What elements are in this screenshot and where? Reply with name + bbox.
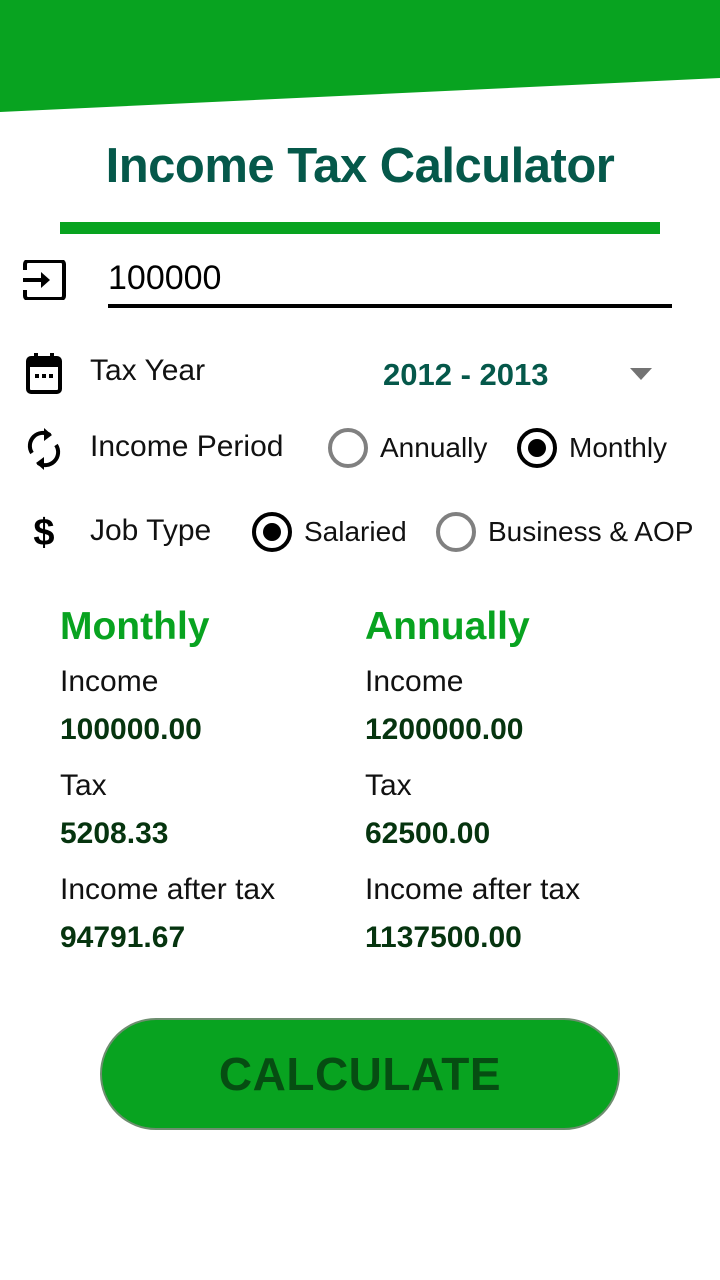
monthly-results: Monthly Income 100000.00 Tax 5208.33 Inc…: [60, 600, 360, 962]
annual-after-tax-value: 1137500.00: [365, 921, 522, 954]
annual-after-tax-label: Income after tax: [365, 873, 581, 906]
radio-label: Annually: [380, 432, 488, 463]
monthly-income-value: 100000.00: [60, 713, 202, 746]
job-type-salaried-radio[interactable]: Salaried: [252, 512, 407, 552]
radio-unchecked-icon: [328, 428, 368, 468]
annual-results: Annually Income 1200000.00 Tax 62500.00 …: [365, 600, 665, 962]
monthly-after-tax-label: Income after tax: [60, 873, 276, 906]
calculate-button[interactable]: CALCULATE: [100, 1018, 620, 1130]
radio-checked-icon: [517, 428, 557, 468]
sync-icon: [20, 425, 68, 473]
tax-year-dropdown[interactable]: 2012 - 2013: [380, 348, 670, 402]
input-icon: [20, 256, 68, 304]
annual-tax-value: 62500.00: [365, 817, 491, 850]
radio-label: Monthly: [569, 432, 668, 463]
tax-year-value: 2012 - 2013: [383, 357, 549, 392]
radio-unchecked-icon: [436, 512, 476, 552]
income-amount-input[interactable]: [108, 252, 672, 308]
tax-year-label: Tax Year: [90, 354, 206, 387]
job-type-business-radio[interactable]: Business & AOP: [436, 512, 693, 552]
dollar-icon: $: [33, 511, 55, 554]
radio-checked-icon: [252, 512, 292, 552]
monthly-tax-value: 5208.33: [60, 817, 169, 850]
income-period-annually-radio[interactable]: Annually: [328, 428, 487, 468]
monthly-heading: Monthly: [60, 605, 210, 648]
annual-tax-label: Tax: [365, 769, 412, 802]
annual-income-value: 1200000.00: [365, 713, 524, 746]
radio-label: Business & AOP: [488, 516, 694, 547]
income-period-label: Income Period: [90, 430, 284, 463]
annual-income-label: Income: [365, 665, 464, 698]
dropdown-arrow-icon: [630, 368, 652, 380]
title-divider: [60, 222, 660, 234]
monthly-tax-label: Tax: [60, 769, 107, 802]
monthly-after-tax-value: 94791.67: [60, 921, 186, 954]
page-title: Income Tax Calculator: [105, 139, 615, 193]
annual-heading: Annually: [365, 605, 530, 648]
header-band: [0, 0, 720, 112]
radio-label: Salaried: [304, 516, 407, 547]
calendar-icon: [20, 349, 68, 397]
income-period-monthly-radio[interactable]: Monthly: [517, 428, 667, 468]
monthly-income-label: Income: [60, 665, 159, 698]
job-type-label: Job Type: [90, 514, 212, 547]
